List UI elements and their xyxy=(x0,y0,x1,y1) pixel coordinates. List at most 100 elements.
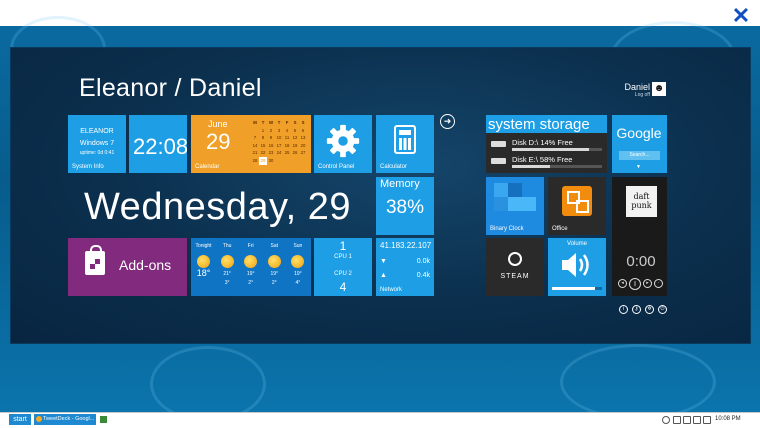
calendar-date[interactable]: 5 xyxy=(291,127,299,135)
storage-tile[interactable]: system storage Disk D:\ 14% Free Disk E:… xyxy=(486,115,607,173)
system-info-tile[interactable]: ELEANOR Windows 7 uptime: 0d 0:41 System… xyxy=(68,115,126,173)
cpu2-value: 4 xyxy=(339,280,347,294)
chevron-down-icon[interactable]: ▼ xyxy=(636,164,641,170)
close-button[interactable]: ✕ xyxy=(728,4,754,28)
calendar-date[interactable]: 9 xyxy=(267,134,275,142)
calendar-date[interactable]: 24 xyxy=(275,149,283,157)
calendar-date[interactable]: 13 xyxy=(299,134,307,142)
steam-tile[interactable]: STEAM xyxy=(486,238,544,296)
disk-d-label: Disk D:\ 14% Free xyxy=(512,138,573,147)
date-display: Wednesday, 29 xyxy=(84,186,352,228)
music-player-tile[interactable]: daft punk 0:00 ◂ ∥ ▸ · xyxy=(612,177,667,296)
calendar-tile[interactable]: June 29 M T W T F S S 1 2 3 4 5 6 7 8 9 10 11 12 13 14 15 16 17… xyxy=(191,115,311,173)
calendar-date[interactable]: 7 xyxy=(251,134,259,142)
calendar-date[interactable]: 4 xyxy=(283,127,291,135)
calendar-date[interactable]: 3 xyxy=(275,127,283,135)
calendar-date[interactable]: 11 xyxy=(283,134,291,142)
tray-battery-icon[interactable] xyxy=(703,416,711,424)
tray-network-icon[interactable] xyxy=(683,416,691,424)
download-rate: 0.0k xyxy=(416,258,430,265)
album-cover: daft punk xyxy=(626,186,657,217)
weather-day-0: Tonight 18° xyxy=(192,238,215,279)
computer-name: ELEANOR xyxy=(80,128,114,135)
key-icon[interactable]: ⚷ xyxy=(632,305,641,314)
calendar-date[interactable]: 25 xyxy=(283,149,291,157)
user-name[interactable]: Daniel xyxy=(610,82,650,92)
calendar-date[interactable]: 6 xyxy=(299,127,307,135)
avatar[interactable]: ☻ xyxy=(652,82,666,96)
calendar-date[interactable]: 1 xyxy=(259,127,267,135)
download-arrow-icon: ▼ xyxy=(380,258,387,265)
calendar-date[interactable]: 10 xyxy=(275,134,283,142)
taskbar-item-tweetdeck[interactable]: TweetDeck - Googl... xyxy=(34,414,96,425)
start-button[interactable]: start xyxy=(9,414,31,425)
pinned-app-icon[interactable] xyxy=(100,416,107,423)
cpu-tile[interactable]: 1 CPU 1 CPU 2 4 xyxy=(314,238,372,296)
memory-label: Memory xyxy=(380,178,420,190)
settings-icon[interactable]: ✲ xyxy=(645,305,654,314)
uptime-text: uptime: 0d 0:41 xyxy=(79,150,115,156)
tray-clock-icon[interactable] xyxy=(662,416,670,424)
calendar-date xyxy=(251,127,259,135)
calendar-date[interactable]: 14 xyxy=(251,142,259,150)
cpu1-label: CPU 1 xyxy=(334,254,352,260)
gear-icon xyxy=(326,124,360,158)
calendar-date[interactable]: 23 xyxy=(267,149,275,157)
store-bag-icon xyxy=(85,245,105,275)
calendar-weekday: T xyxy=(277,120,281,125)
weather-day-label: Fri xyxy=(247,243,254,249)
binary-clock-tile[interactable]: Binary Clock xyxy=(486,177,544,235)
calendar-date[interactable]: 27 xyxy=(299,149,307,157)
search-input[interactable]: Search... xyxy=(619,151,660,160)
google-tile[interactable]: Google Search... ▼ xyxy=(612,115,667,173)
calendar-date[interactable]: 16 xyxy=(267,142,275,150)
previous-icon[interactable]: ◂ xyxy=(618,279,627,288)
calendar-date[interactable]: 2 xyxy=(267,127,275,135)
memory-tile[interactable]: Memory 38% xyxy=(376,177,434,235)
calendar-date[interactable]: 15 xyxy=(259,142,267,150)
calendar-date[interactable]: 19 xyxy=(291,142,299,150)
add-ons-tile[interactable]: Add-ons xyxy=(68,238,187,296)
tray-volume-icon[interactable] xyxy=(693,416,701,424)
network-tile[interactable]: 41.183.22.107 ▼ 0.0k ▲ 0.4k Network xyxy=(376,238,434,296)
track-time: 0:00 xyxy=(626,253,656,270)
calendar-date[interactable]: 22 xyxy=(259,149,267,157)
calendar-date[interactable]: 29 xyxy=(259,156,267,165)
pause-icon[interactable]: ∥ xyxy=(629,278,641,290)
calendar-date[interactable]: 26 xyxy=(291,149,299,157)
info-icon[interactable]: i xyxy=(619,305,628,314)
power-icon[interactable]: ⏻ xyxy=(658,305,667,314)
calendar-weekday: S xyxy=(293,120,297,125)
calendar-date[interactable]: 17 xyxy=(275,142,283,150)
control-panel-tile[interactable]: Control Panel xyxy=(314,115,372,173)
calculator-tile[interactable]: Calculator xyxy=(376,115,434,173)
office-tile[interactable]: Office xyxy=(548,177,606,235)
background-swirl xyxy=(560,344,716,420)
add-ons-label: Add-ons xyxy=(119,257,172,273)
upload-arrow-icon: ▲ xyxy=(380,272,387,279)
calendar-date[interactable]: 18 xyxy=(283,142,291,150)
tile-label: Calculator xyxy=(380,164,408,170)
volume-tile[interactable]: Volume xyxy=(548,238,606,296)
calendar-date[interactable]: 21 xyxy=(251,149,259,157)
volume-slider[interactable] xyxy=(552,287,602,290)
cpu2-label: CPU 2 xyxy=(334,271,352,277)
calendar-date[interactable]: 12 xyxy=(291,134,299,142)
calendar-date[interactable]: 30 xyxy=(267,157,275,165)
calculator-icon xyxy=(394,125,416,154)
shuffle-icon[interactable]: · xyxy=(654,279,663,288)
tray-flag-icon[interactable] xyxy=(673,416,681,424)
calendar-date[interactable]: 8 xyxy=(259,134,267,142)
calendar-month: June xyxy=(208,119,228,129)
log-off-link[interactable]: Log off xyxy=(610,92,650,98)
tray-time[interactable]: 10:08 PM xyxy=(715,416,741,422)
upload-row: ▲ 0.4k xyxy=(380,272,430,279)
calendar-date[interactable]: 20 xyxy=(299,142,307,150)
next-page-arrow-icon[interactable]: ➜ xyxy=(440,114,455,129)
weather-tile[interactable]: Tonight 18° Thu 21° 3° Fri 19° 2° Sat 19° 2° Sun 19°… xyxy=(191,238,311,296)
tile-label: Calendar xyxy=(195,164,220,170)
clock-time: 22:08 xyxy=(133,134,187,159)
calendar-date[interactable]: 28 xyxy=(251,157,259,165)
clock-tile[interactable]: 22:08 xyxy=(129,115,187,173)
next-icon[interactable]: ▸ xyxy=(643,279,652,288)
